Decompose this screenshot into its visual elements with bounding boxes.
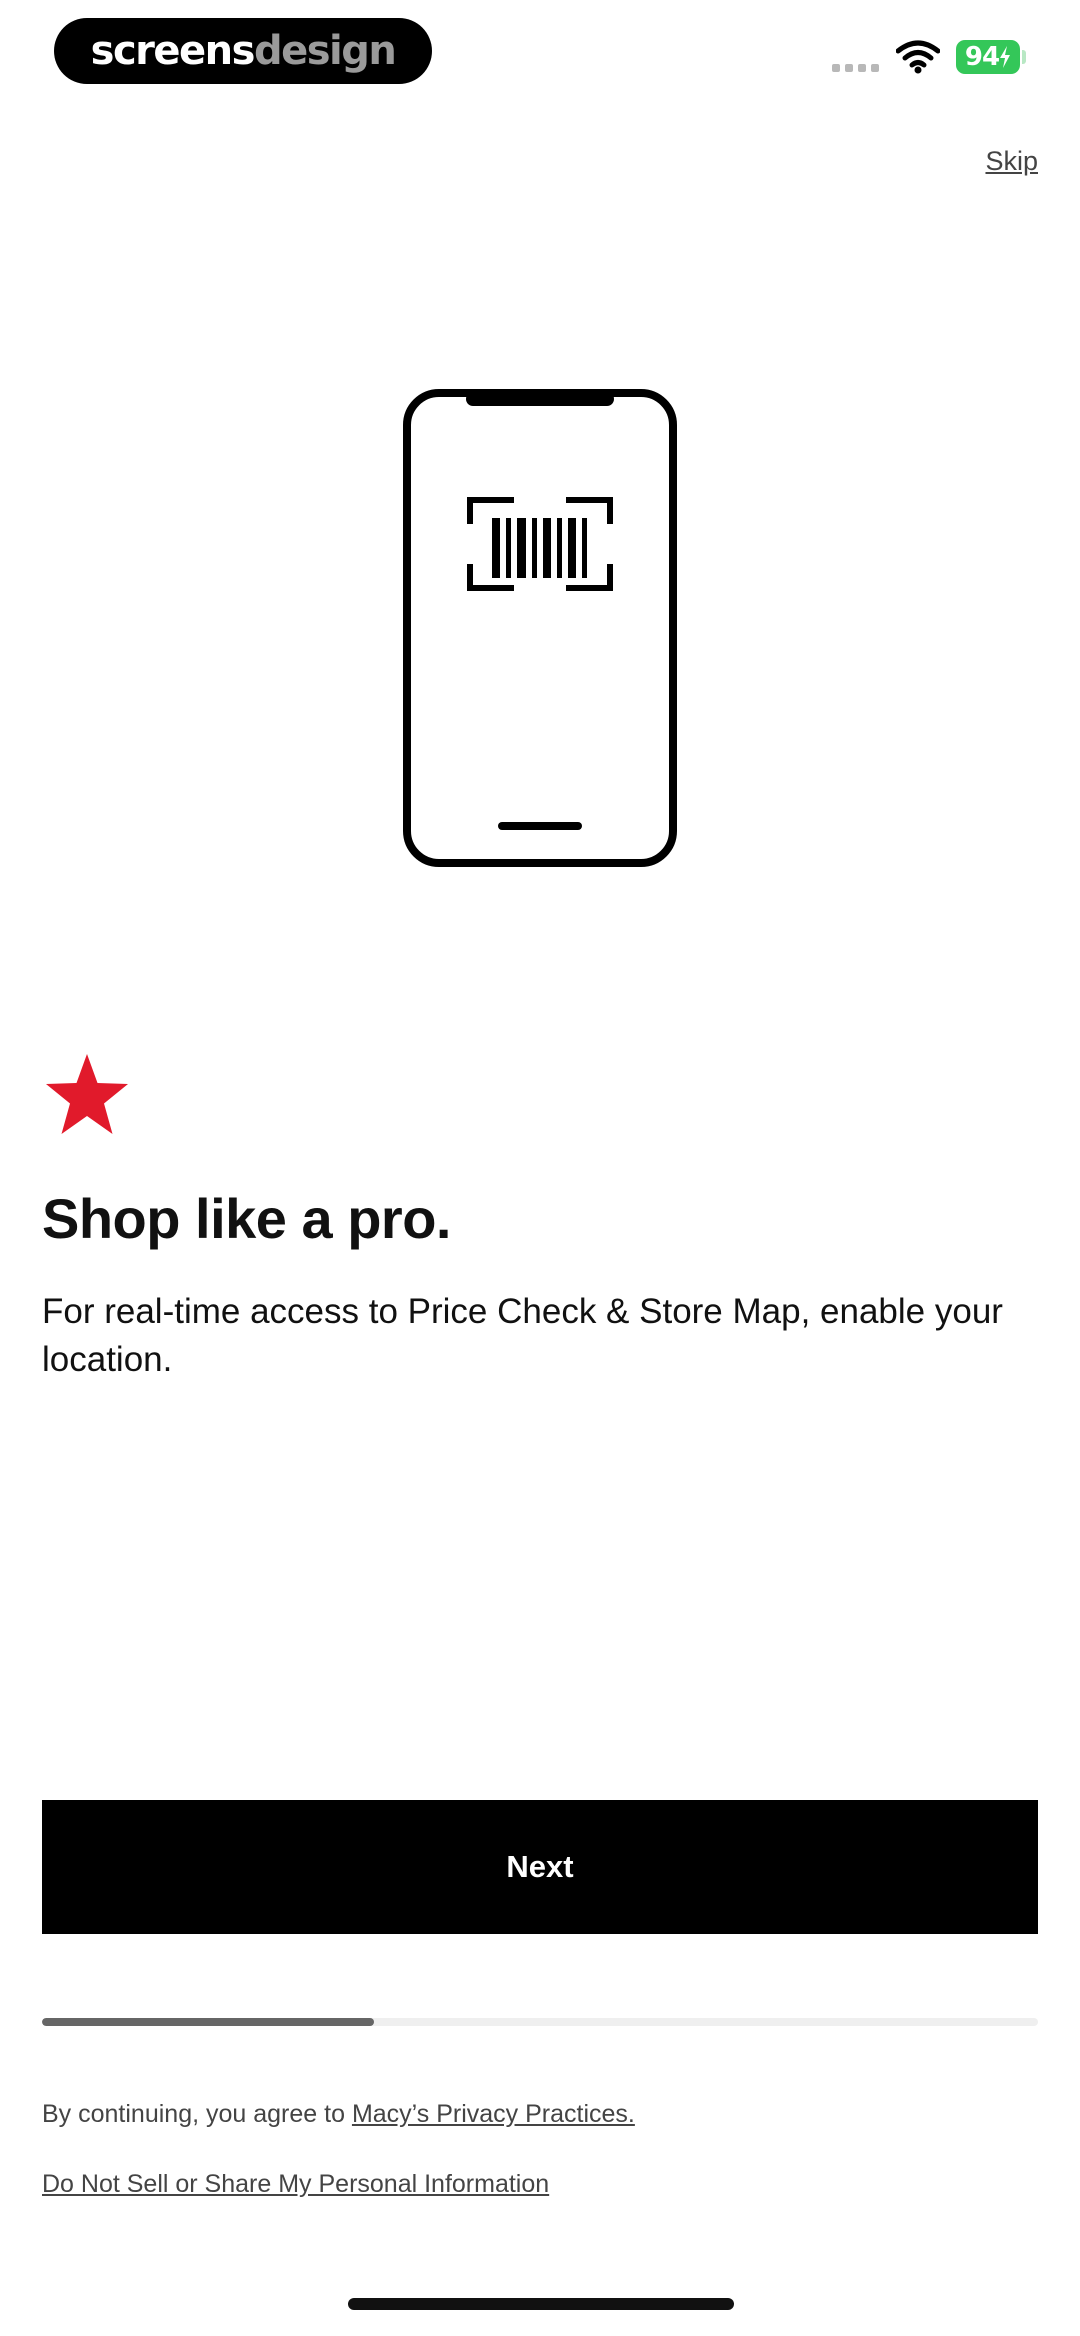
legal-consent-text: By continuing, you agree to Macy’s Priva… — [42, 2100, 635, 2129]
watermark-text-design: design — [253, 28, 397, 74]
privacy-practices-link[interactable]: Macy’s Privacy Practices. — [352, 2100, 635, 2128]
watermark-text-screens: screens — [90, 28, 256, 74]
red-star-icon — [46, 1054, 128, 1134]
skip-link[interactable]: Skip — [985, 146, 1038, 177]
onboarding-progress-fill — [42, 2018, 374, 2026]
battery-level: 94 — [964, 42, 1000, 72]
onboarding-progress-bar — [42, 2018, 1038, 2026]
battery-cap — [1022, 50, 1026, 64]
screensdesign-watermark: screens design — [54, 18, 432, 84]
battery-indicator: 94 — [956, 40, 1020, 74]
status-bar: screens design 94 — [0, 0, 1080, 110]
charging-bolt-icon — [1000, 46, 1011, 68]
page-subtitle: For real-time access to Price Check & St… — [42, 1292, 1003, 1379]
cellular-signal-icon — [832, 64, 879, 72]
wifi-icon — [896, 40, 940, 74]
legal-prefix: By continuing, you agree to — [42, 2100, 352, 2128]
home-indicator[interactable] — [348, 2298, 734, 2310]
next-button[interactable]: Next — [42, 1800, 1038, 1934]
phone-barcode-scanner-icon — [403, 389, 677, 867]
page-title: Shop like a pro. — [42, 1187, 451, 1250]
do-not-sell-link[interactable]: Do Not Sell or Share My Personal Informa… — [42, 2170, 549, 2199]
